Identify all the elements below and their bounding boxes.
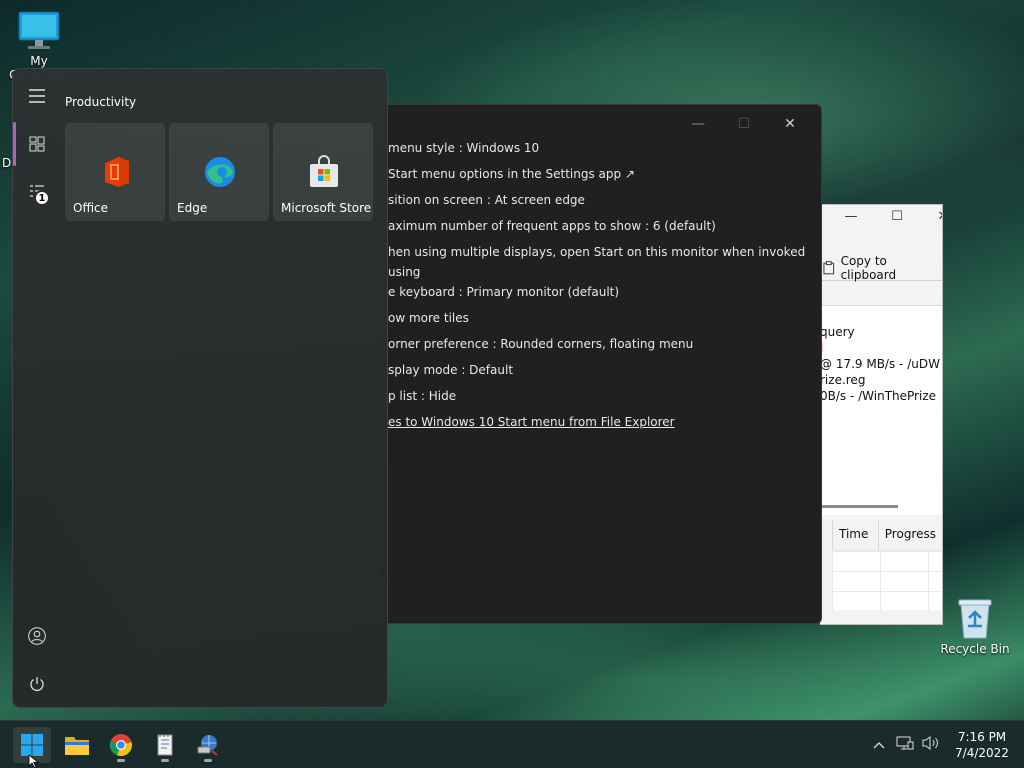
- speaker-icon: [922, 736, 938, 750]
- taskbar-file-explorer[interactable]: [58, 727, 96, 763]
- settings-list: menu style : Windows 10 Start menu optio…: [388, 138, 818, 438]
- start-menu-rail: 1: [13, 69, 59, 707]
- mouse-cursor-icon: [28, 754, 40, 768]
- power-button[interactable]: [21, 668, 53, 700]
- folder-icon: [65, 737, 89, 755]
- taskbar: 7:16 PM 7/4/2022: [0, 720, 1024, 768]
- user-account-button[interactable]: [21, 620, 53, 652]
- show-desktop-button[interactable]: [1018, 721, 1024, 768]
- running-indicator: [204, 759, 212, 762]
- window-controls: — ☐ ✕: [828, 209, 943, 224]
- clock-date: 7/4/2022: [955, 746, 1009, 760]
- taskbar-notepad[interactable]: [146, 727, 184, 763]
- network-icon: [896, 736, 914, 750]
- close-button[interactable]: ✕: [767, 111, 813, 137]
- log-line: @ 17.9 MB/s - /uDW: [820, 357, 940, 371]
- setting-menu-style[interactable]: menu style : Windows 10: [388, 138, 818, 164]
- running-indicator: [161, 759, 169, 762]
- taskbar-chrome[interactable]: [102, 727, 140, 763]
- chrome-icon: [109, 734, 132, 757]
- log-output: query l @ 17.9 MB/s - /uDW rize.reg 0B/s…: [820, 305, 942, 515]
- tile-office[interactable]: Office: [65, 123, 165, 221]
- log-line: rize.reg: [820, 373, 866, 387]
- maximize-button[interactable]: ☐: [874, 209, 920, 224]
- menu-button[interactable]: [21, 80, 53, 112]
- tile-group: Office Edge Microsoft Store: [65, 123, 373, 221]
- power-icon: [30, 677, 44, 691]
- desktop-icon-label: Recycle Bin: [940, 642, 1010, 656]
- transfer-table: [832, 550, 942, 610]
- store-icon: [310, 155, 338, 187]
- tile-label: Edge: [177, 201, 208, 215]
- running-indicator: [117, 759, 125, 762]
- log-line: 0B/s - /WinThePrize: [820, 389, 936, 403]
- start-menu-settings-window: — ☐ ✕ menu style : Windows 10 Start menu…: [380, 104, 822, 624]
- hamburger-icon: [29, 89, 45, 103]
- setting-corner-preference[interactable]: orner preference : Rounded corners, floa…: [388, 334, 818, 360]
- recycle-bin-icon: [958, 599, 992, 639]
- setting-app-list[interactable]: p list : Hide: [388, 386, 818, 412]
- setting-more-tiles[interactable]: ow more tiles: [388, 308, 818, 334]
- tiles-icon: [29, 136, 45, 152]
- clipboard-icon: [823, 260, 835, 274]
- start-menu: 1 Productivity Office Edge Microsoft Sto…: [12, 68, 388, 708]
- edge-icon: [205, 157, 235, 187]
- tray-volume[interactable]: [918, 735, 944, 755]
- tray-overflow-button[interactable]: [866, 737, 892, 753]
- user-icon: [28, 627, 46, 645]
- copy-to-clipboard-button[interactable]: Copy to clipboard: [820, 253, 942, 282]
- setting-position[interactable]: sition on screen : At screen edge: [388, 190, 818, 216]
- tile-group-title[interactable]: Productivity: [65, 95, 136, 109]
- log-line: l: [820, 340, 942, 356]
- copy-button-label: Copy to clipboard: [840, 253, 897, 282]
- computer-icon: [18, 11, 60, 49]
- desktop-partial-label: D: [2, 156, 12, 170]
- downloader-window: — ☐ ✕ Copy to clipboard query l @ 17.9 M…: [820, 204, 943, 625]
- setting-multi-display-line2: e keyboard : Primary monitor (default): [388, 285, 620, 299]
- setting-display-mode[interactable]: splay mode : Default: [388, 360, 818, 386]
- active-indicator: [13, 122, 16, 166]
- desktop-icon-recycle-bin[interactable]: Recycle Bin: [937, 596, 1013, 656]
- pinned-tiles-button[interactable]: [21, 128, 53, 160]
- setting-frequent-apps[interactable]: aximum number of frequent apps to show :…: [388, 216, 818, 242]
- setting-multi-display[interactable]: hen using multiple displays, open Start …: [388, 242, 818, 308]
- tile-microsoft-store[interactable]: Microsoft Store: [273, 123, 373, 221]
- system-tray: 7:16 PM 7/4/2022: [866, 721, 1024, 768]
- network-tool-icon: [197, 735, 218, 756]
- clock-time: 7:16 PM: [957, 730, 1007, 744]
- window-controls: — ☐ ✕: [675, 111, 813, 137]
- clock[interactable]: 7:16 PM 7/4/2022: [946, 729, 1018, 761]
- tray-network[interactable]: [892, 735, 918, 755]
- chevron-up-icon: [873, 742, 885, 749]
- tile-edge[interactable]: Edge: [169, 123, 269, 221]
- notepad-icon: [157, 734, 173, 756]
- close-button[interactable]: ✕: [920, 209, 942, 224]
- maximize-button[interactable]: ☐: [721, 111, 767, 137]
- horizontal-scrollbar[interactable]: [820, 505, 898, 508]
- setting-settings-app-link[interactable]: Start menu options in the Settings app ↗: [388, 164, 818, 190]
- taskbar-network-tool[interactable]: [189, 727, 227, 763]
- minimize-button[interactable]: —: [675, 111, 721, 137]
- file-explorer-link[interactable]: es to Windows 10 Start menu from File Ex…: [388, 412, 818, 438]
- setting-multi-display-line1: hen using multiple displays, open Start …: [388, 245, 806, 279]
- office-icon: [105, 157, 129, 187]
- log-line: query: [820, 325, 855, 339]
- tile-label: Microsoft Store: [281, 201, 372, 215]
- notification-badge: 1: [34, 190, 50, 206]
- minimize-button[interactable]: —: [828, 209, 874, 224]
- tile-label: Office: [73, 201, 109, 215]
